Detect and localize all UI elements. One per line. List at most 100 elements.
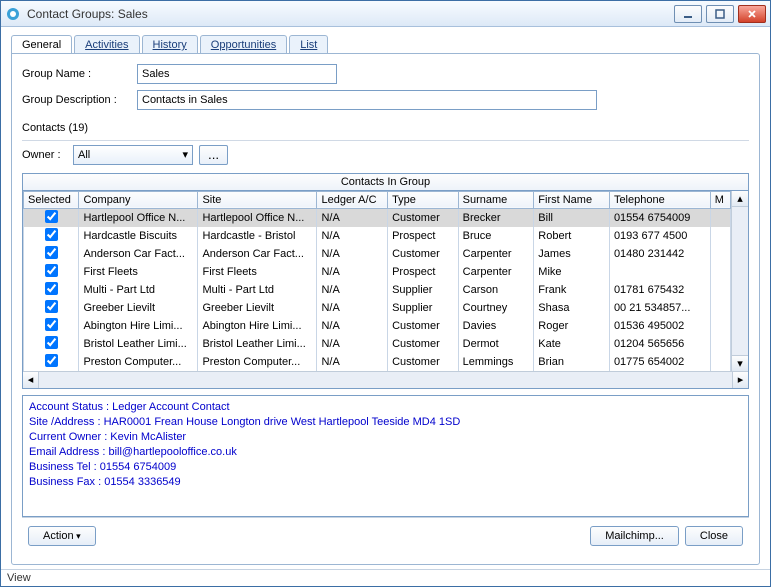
mailchimp-button[interactable]: Mailchimp... bbox=[590, 526, 679, 546]
table-row[interactable]: Hartlepool Office N...Hartlepool Office … bbox=[24, 208, 731, 227]
col-tel[interactable]: Telephone bbox=[609, 191, 710, 208]
maximize-button[interactable] bbox=[706, 5, 734, 23]
cell-type: Customer bbox=[388, 335, 459, 353]
cell-selected[interactable] bbox=[24, 245, 79, 263]
col-surname[interactable]: Surname bbox=[458, 191, 534, 208]
cell-selected[interactable] bbox=[24, 335, 79, 353]
cell-ledger: N/A bbox=[317, 353, 388, 371]
col-type[interactable]: Type bbox=[388, 191, 459, 208]
table-row[interactable]: Preston Computer...Preston Computer...N/… bbox=[24, 353, 731, 371]
cell-ledger: N/A bbox=[317, 335, 388, 353]
divider bbox=[22, 140, 749, 141]
table-row[interactable]: Greeber LieviltGreeber LieviltN/ASupplie… bbox=[24, 299, 731, 317]
col-first[interactable]: First Name bbox=[534, 191, 610, 208]
cell-selected[interactable] bbox=[24, 281, 79, 299]
cell-first: Brian bbox=[534, 353, 610, 371]
detail-business-fax: Business Fax : 01554 3336549 bbox=[29, 475, 742, 490]
row-checkbox[interactable] bbox=[45, 228, 58, 241]
cell-tel: 01204 565656 bbox=[609, 335, 710, 353]
cell-tel: 01781 675432 bbox=[609, 281, 710, 299]
cell-ledger: N/A bbox=[317, 281, 388, 299]
cell-m bbox=[710, 335, 730, 353]
cell-m bbox=[710, 208, 730, 227]
table-row[interactable]: First FleetsFirst FleetsN/AProspectCarpe… bbox=[24, 263, 731, 281]
row-checkbox[interactable] bbox=[45, 354, 58, 367]
group-desc-label: Group Description : bbox=[22, 94, 137, 106]
cell-first: Roger bbox=[534, 317, 610, 335]
col-company[interactable]: Company bbox=[79, 191, 198, 208]
col-ledger[interactable]: Ledger A/C bbox=[317, 191, 388, 208]
cell-company: Anderson Car Fact... bbox=[79, 245, 198, 263]
cell-type: Prospect bbox=[388, 263, 459, 281]
cell-company: Bristol Leather Limi... bbox=[79, 335, 198, 353]
cell-tel: 01536 495002 bbox=[609, 317, 710, 335]
horizontal-scrollbar[interactable]: ◂ ▸ bbox=[23, 371, 748, 388]
row-checkbox[interactable] bbox=[45, 300, 58, 313]
cell-m bbox=[710, 263, 730, 281]
row-checkbox[interactable] bbox=[45, 318, 58, 331]
table-row[interactable]: Bristol Leather Limi...Bristol Leather L… bbox=[24, 335, 731, 353]
scroll-up-icon[interactable]: ▴ bbox=[732, 191, 748, 207]
row-checkbox[interactable] bbox=[45, 264, 58, 277]
window-controls bbox=[674, 5, 766, 23]
status-bar: View bbox=[1, 569, 770, 586]
minimize-button[interactable] bbox=[674, 5, 702, 23]
cell-selected[interactable] bbox=[24, 317, 79, 335]
cell-ledger: N/A bbox=[317, 245, 388, 263]
window: Contact Groups: Sales General Activities… bbox=[0, 0, 771, 587]
table-row[interactable]: Abington Hire Limi...Abington Hire Limi.… bbox=[24, 317, 731, 335]
cell-surname: Dermot bbox=[458, 335, 534, 353]
cell-site: Hardcastle - Bristol bbox=[198, 227, 317, 245]
app-icon bbox=[5, 6, 21, 22]
titlebar[interactable]: Contact Groups: Sales bbox=[1, 1, 770, 27]
tab-general[interactable]: General bbox=[11, 35, 72, 54]
col-site[interactable]: Site bbox=[198, 191, 317, 208]
cell-tel: 01554 6754009 bbox=[609, 208, 710, 227]
cell-selected[interactable] bbox=[24, 353, 79, 371]
detail-current-owner: Current Owner : Kevin McAlister bbox=[29, 430, 742, 445]
tab-opportunities[interactable]: Opportunities bbox=[200, 35, 287, 54]
cell-selected[interactable] bbox=[24, 263, 79, 281]
owner-label: Owner : bbox=[22, 149, 67, 161]
table-row[interactable]: Anderson Car Fact...Anderson Car Fact...… bbox=[24, 245, 731, 263]
group-name-input[interactable] bbox=[137, 64, 337, 84]
owner-browse-button[interactable]: ... bbox=[199, 145, 228, 165]
cell-site: Hartlepool Office N... bbox=[198, 208, 317, 227]
scroll-left-icon[interactable]: ◂ bbox=[23, 372, 39, 388]
cell-tel: 01480 231442 bbox=[609, 245, 710, 263]
close-button[interactable] bbox=[738, 5, 766, 23]
cell-selected[interactable] bbox=[24, 208, 79, 227]
close-form-button[interactable]: Close bbox=[685, 526, 743, 546]
contacts-grid: Contacts In Group Selected Company Site … bbox=[22, 173, 749, 389]
row-checkbox[interactable] bbox=[45, 282, 58, 295]
cell-selected[interactable] bbox=[24, 227, 79, 245]
tab-history[interactable]: History bbox=[142, 35, 198, 54]
tab-strip: General Activities History Opportunities… bbox=[11, 35, 760, 54]
cell-surname: Carpenter bbox=[458, 245, 534, 263]
owner-select[interactable]: All ▾ bbox=[73, 145, 193, 165]
row-checkbox[interactable] bbox=[45, 336, 58, 349]
vertical-scrollbar[interactable]: ▴ ▾ bbox=[731, 191, 748, 371]
scroll-down-icon[interactable]: ▾ bbox=[732, 355, 748, 371]
cell-ledger: N/A bbox=[317, 208, 388, 227]
row-checkbox[interactable] bbox=[45, 210, 58, 223]
cell-surname: Davies bbox=[458, 317, 534, 335]
group-desc-input[interactable] bbox=[137, 90, 597, 110]
action-button[interactable]: Action bbox=[28, 526, 96, 546]
col-m[interactable]: M bbox=[710, 191, 730, 208]
table-row[interactable]: Multi - Part LtdMulti - Part LtdN/ASuppl… bbox=[24, 281, 731, 299]
table-row[interactable]: Hardcastle BiscuitsHardcastle - BristolN… bbox=[24, 227, 731, 245]
cell-company: Greeber Lievilt bbox=[79, 299, 198, 317]
cell-ledger: N/A bbox=[317, 299, 388, 317]
grid-table: Selected Company Site Ledger A/C Type Su… bbox=[23, 191, 731, 371]
cell-company: Multi - Part Ltd bbox=[79, 281, 198, 299]
cell-type: Customer bbox=[388, 245, 459, 263]
tab-list[interactable]: List bbox=[289, 35, 328, 54]
cell-site: Abington Hire Limi... bbox=[198, 317, 317, 335]
tab-activities[interactable]: Activities bbox=[74, 35, 139, 54]
col-selected[interactable]: Selected bbox=[24, 191, 79, 208]
cell-selected[interactable] bbox=[24, 299, 79, 317]
scroll-right-icon[interactable]: ▸ bbox=[732, 372, 748, 388]
cell-first: Kate bbox=[534, 335, 610, 353]
row-checkbox[interactable] bbox=[45, 246, 58, 259]
